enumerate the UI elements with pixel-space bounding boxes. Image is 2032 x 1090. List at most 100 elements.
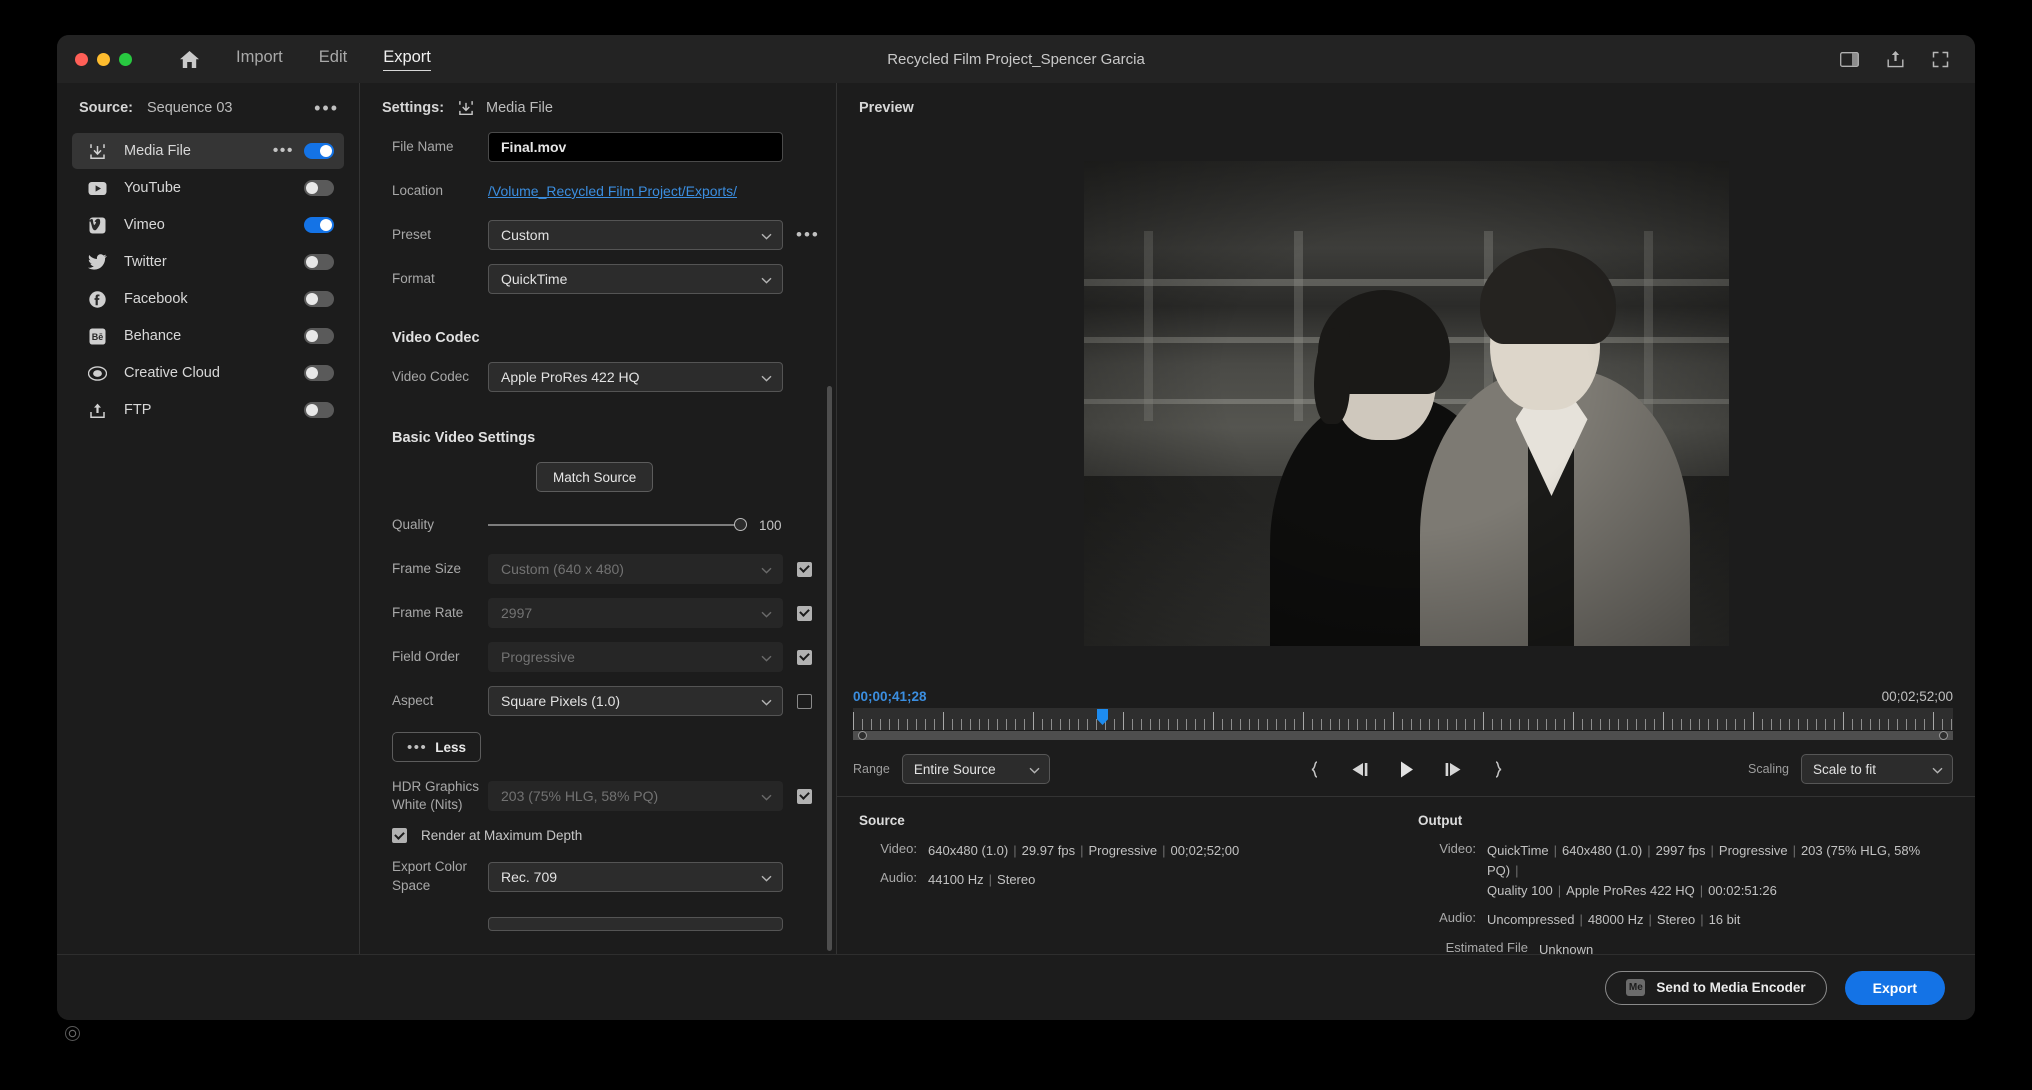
- frame-size-value: Custom (640 x 480): [501, 561, 624, 577]
- vimeo-toggle[interactable]: [304, 217, 334, 233]
- sidebar-item-youtube[interactable]: YouTube: [72, 170, 344, 206]
- source-audio-key: Audio:: [859, 870, 917, 890]
- media-file-more-options-button[interactable]: •••: [273, 147, 294, 155]
- source-more-options-button[interactable]: •••: [314, 103, 339, 113]
- aspect-select[interactable]: Square Pixels (1.0): [488, 686, 783, 716]
- step-forward-icon[interactable]: [1443, 761, 1464, 778]
- scrub-out-handle[interactable]: [1939, 731, 1948, 740]
- frame-rate-select[interactable]: 2997: [488, 598, 783, 628]
- source-value[interactable]: Sequence 03: [147, 100, 232, 116]
- chevron-down-icon: [761, 561, 772, 577]
- twitter-toggle[interactable]: [304, 254, 334, 270]
- video-codec-value: Apple ProRes 422 HQ: [501, 369, 640, 385]
- quality-label: Quality: [392, 516, 488, 534]
- destination-list: Media File ••• YouTube Vimeo: [57, 130, 359, 429]
- facebook-toggle[interactable]: [304, 291, 334, 307]
- chevron-down-icon: [761, 788, 772, 804]
- preview-panel: Preview: [837, 83, 1975, 954]
- sidebar-item-media-file[interactable]: Media File •••: [72, 133, 344, 169]
- fullscreen-icon[interactable]: [1932, 51, 1949, 68]
- quality-slider-knob[interactable]: [734, 518, 747, 531]
- chevron-down-icon: [761, 227, 772, 243]
- preview-stage: [837, 116, 1975, 679]
- hdr-graphics-white-label: HDR Graphics White (Nits): [392, 778, 488, 814]
- minimize-window-button[interactable]: [97, 53, 110, 66]
- frame-size-select[interactable]: Custom (640 x 480): [488, 554, 783, 584]
- video-vignette: [1084, 161, 1729, 646]
- preview-title: Preview: [837, 83, 1975, 116]
- scrub-in-handle[interactable]: [858, 731, 867, 740]
- play-icon[interactable]: [1398, 760, 1415, 779]
- format-value: QuickTime: [501, 271, 567, 287]
- quality-slider[interactable]: [488, 524, 740, 526]
- panel-layout-icon[interactable]: [1840, 52, 1859, 67]
- accessibility-icon[interactable]: [65, 1026, 80, 1041]
- settings-scrollbar[interactable]: [827, 386, 832, 951]
- sidebar-item-label: YouTube: [124, 180, 304, 196]
- sidebar-item-twitter[interactable]: Twitter: [72, 244, 344, 280]
- footer-actions: Me Send to Media Encoder Export: [57, 954, 1975, 1020]
- source-header: Source: Sequence 03 •••: [57, 83, 359, 130]
- format-select[interactable]: QuickTime: [488, 264, 783, 294]
- send-to-media-encoder-button[interactable]: Me Send to Media Encoder: [1605, 971, 1826, 1005]
- match-source-row: Match Source: [360, 462, 836, 492]
- share-icon[interactable]: [1887, 50, 1904, 68]
- behance-toggle[interactable]: [304, 328, 334, 344]
- main-nav-tabs: Import Edit Export: [236, 48, 431, 71]
- in-point-icon[interactable]: [1310, 761, 1321, 778]
- ftp-icon: [86, 399, 108, 421]
- sidebar-item-vimeo[interactable]: Vimeo: [72, 207, 344, 243]
- source-video-key: Video:: [859, 841, 917, 861]
- file-name-input[interactable]: [488, 132, 783, 162]
- preset-more-options-button[interactable]: •••: [796, 231, 820, 239]
- chevron-down-icon: [761, 271, 772, 287]
- output-summary-title: Output: [1418, 813, 1953, 828]
- maximize-window-button[interactable]: [119, 53, 132, 66]
- aspect-match-checkbox[interactable]: [797, 694, 812, 709]
- frame-size-match-checkbox[interactable]: [797, 562, 812, 577]
- video-codec-select[interactable]: Apple ProRes 422 HQ: [488, 362, 783, 392]
- less-options-button[interactable]: ••• Less: [392, 732, 481, 762]
- step-back-icon[interactable]: [1349, 761, 1370, 778]
- settings-scroll-area: File Name Location /Volume_Recycled Film…: [360, 126, 836, 954]
- scaling-select[interactable]: Scale to fit: [1801, 754, 1953, 784]
- field-order-select[interactable]: Progressive: [488, 642, 783, 672]
- out-point-icon[interactable]: [1492, 761, 1503, 778]
- location-link[interactable]: /Volume_Recycled Film Project/Exports/: [488, 183, 737, 199]
- summary-section: Source Video: 640x480 (1.0)|29.97 fps|Pr…: [837, 796, 1975, 954]
- preset-select[interactable]: Custom: [488, 220, 783, 250]
- field-order-match-checkbox[interactable]: [797, 650, 812, 665]
- aspect-value: Square Pixels (1.0): [501, 693, 620, 709]
- scrub-bar[interactable]: [853, 731, 1953, 740]
- tab-export[interactable]: Export: [383, 48, 431, 71]
- current-timecode[interactable]: 00;00;41;28: [853, 689, 927, 704]
- export-button[interactable]: Export: [1845, 971, 1945, 1005]
- sidebar-item-creative-cloud[interactable]: Creative Cloud: [72, 355, 344, 391]
- render-max-depth-row[interactable]: Render at Maximum Depth: [360, 828, 836, 843]
- chevron-down-icon: [761, 369, 772, 385]
- timeline-ruler[interactable]: [853, 708, 1953, 730]
- tab-import[interactable]: Import: [236, 48, 283, 71]
- ftp-toggle[interactable]: [304, 402, 334, 418]
- ellipsis-icon: •••: [407, 739, 427, 756]
- sidebar-item-ftp[interactable]: FTP: [72, 392, 344, 428]
- creative-cloud-toggle[interactable]: [304, 365, 334, 381]
- partial-select[interactable]: [488, 917, 783, 931]
- aspect-label: Aspect: [392, 692, 488, 710]
- range-select[interactable]: Entire Source: [902, 754, 1050, 784]
- media-file-toggle[interactable]: [304, 143, 334, 159]
- video-preview-image[interactable]: [1084, 161, 1729, 646]
- sidebar-item-behance[interactable]: Bē Behance: [72, 318, 344, 354]
- match-source-button[interactable]: Match Source: [536, 462, 653, 492]
- home-icon[interactable]: [179, 50, 200, 69]
- hdr-graphics-white-select[interactable]: 203 (75% HLG, 58% PQ): [488, 781, 783, 811]
- sidebar-item-facebook[interactable]: Facebook: [72, 281, 344, 317]
- hdr-graphics-white-match-checkbox[interactable]: [797, 789, 812, 804]
- close-window-button[interactable]: [75, 53, 88, 66]
- frame-rate-match-checkbox[interactable]: [797, 606, 812, 621]
- render-max-depth-checkbox[interactable]: [392, 828, 407, 843]
- youtube-toggle[interactable]: [304, 180, 334, 196]
- export-color-space-select[interactable]: Rec. 709: [488, 862, 783, 892]
- sidebar-item-label: FTP: [124, 402, 304, 418]
- tab-edit[interactable]: Edit: [319, 48, 347, 71]
